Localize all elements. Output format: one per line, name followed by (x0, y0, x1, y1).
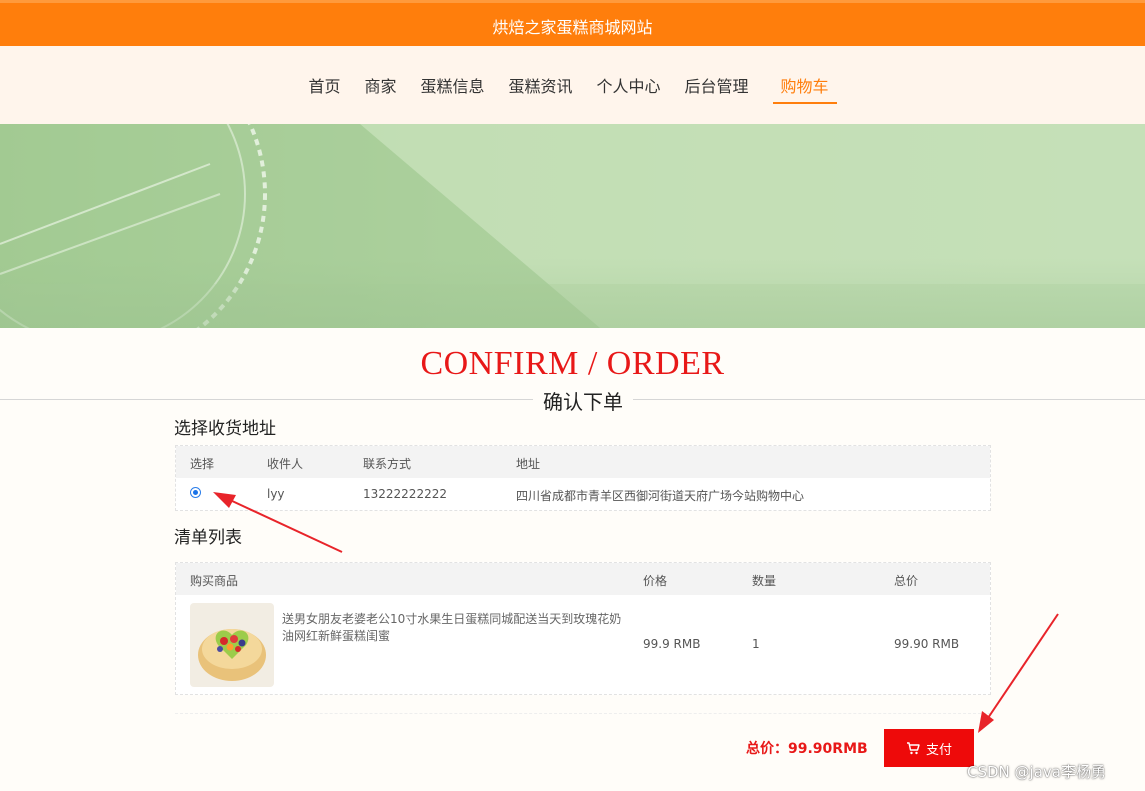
address-table-header: 选择 收件人 联系方式 地址 (176, 446, 990, 478)
product-quantity: 1 (752, 637, 760, 651)
address-table: 选择 收件人 联系方式 地址 lyy 13222222222 四川省成都市青羊区… (175, 445, 991, 511)
address-radio[interactable] (190, 487, 201, 498)
cart-icon (906, 741, 920, 755)
address-col-phone: 联系方式 (363, 457, 412, 471)
address-col-select: 选择 (190, 457, 215, 471)
product-price: 99.9 RMB (643, 637, 701, 651)
address-text: 四川省成都市青羊区西御河街道天府广场今站购物中心 (516, 489, 805, 503)
nav-item-cake-news[interactable]: 蛋糕资讯 (508, 73, 572, 102)
top-header-bar: 烘焙之家蛋糕商城网站 (0, 0, 1145, 46)
order-table-header: 购买商品 价格 数量 总价 (176, 563, 990, 595)
order-col-quantity: 数量 (752, 574, 777, 588)
banner-shade (0, 258, 1145, 328)
nav-item-merchants[interactable]: 商家 (364, 73, 396, 102)
order-col-price: 价格 (643, 574, 668, 588)
product-name[interactable]: 送男女朋友老婆老公10寸水果生日蛋糕同城配送当天到玫瑰花奶油网红新鲜蛋糕闺蜜 (282, 611, 622, 645)
order-total: 总价：99.90RMB (746, 741, 868, 757)
order-section-title: 清单列表 (174, 528, 242, 548)
order-col-product: 购买商品 (190, 574, 239, 588)
page: 烘焙之家蛋糕商城网站 首页 商家 蛋糕信息 蛋糕资讯 个人中心 后台管理 购物车… (0, 0, 1145, 791)
address-col-address: 地址 (516, 457, 541, 471)
page-title: CONFIRM / ORDER (420, 345, 725, 382)
address-recipient: lyy (267, 487, 285, 501)
nav-item-admin[interactable]: 后台管理 (685, 73, 749, 102)
address-col-recipient: 收件人 (267, 457, 304, 471)
address-section-title: 选择收货地址 (174, 419, 276, 439)
site-title: 烘焙之家蛋糕商城网站 (492, 18, 653, 37)
page-subtitle: 确认下单 (533, 386, 633, 415)
nav-menu: 首页 商家 蛋糕信息 蛋糕资讯 个人中心 后台管理 购物车 (0, 73, 1145, 104)
nav-item-cart[interactable]: 购物车 (772, 73, 837, 104)
cake-image[interactable] (190, 603, 274, 687)
order-table: 购买商品 价格 数量 总价 送男女朋友老婆老公10寸水果生日蛋糕同城配送当天到玫… (175, 562, 991, 695)
product-subtotal: 99.90 RMB (894, 637, 960, 651)
nav-item-user-center[interactable]: 个人中心 (597, 73, 661, 102)
watermark: CSDN @java李杨勇 (967, 763, 1106, 781)
pay-button[interactable]: 支付 (884, 729, 974, 767)
nav-item-home[interactable]: 首页 (308, 73, 340, 102)
banner-image (0, 124, 1145, 328)
order-col-subtotal: 总价 (894, 574, 919, 588)
address-phone: 13222222222 (363, 487, 447, 501)
pay-button-label: 支付 (925, 742, 952, 758)
order-summary-box (175, 713, 991, 791)
nav-item-cake-info[interactable]: 蛋糕信息 (420, 73, 484, 102)
main-navigation: 首页 商家 蛋糕信息 蛋糕资讯 个人中心 后台管理 购物车 (0, 46, 1145, 124)
